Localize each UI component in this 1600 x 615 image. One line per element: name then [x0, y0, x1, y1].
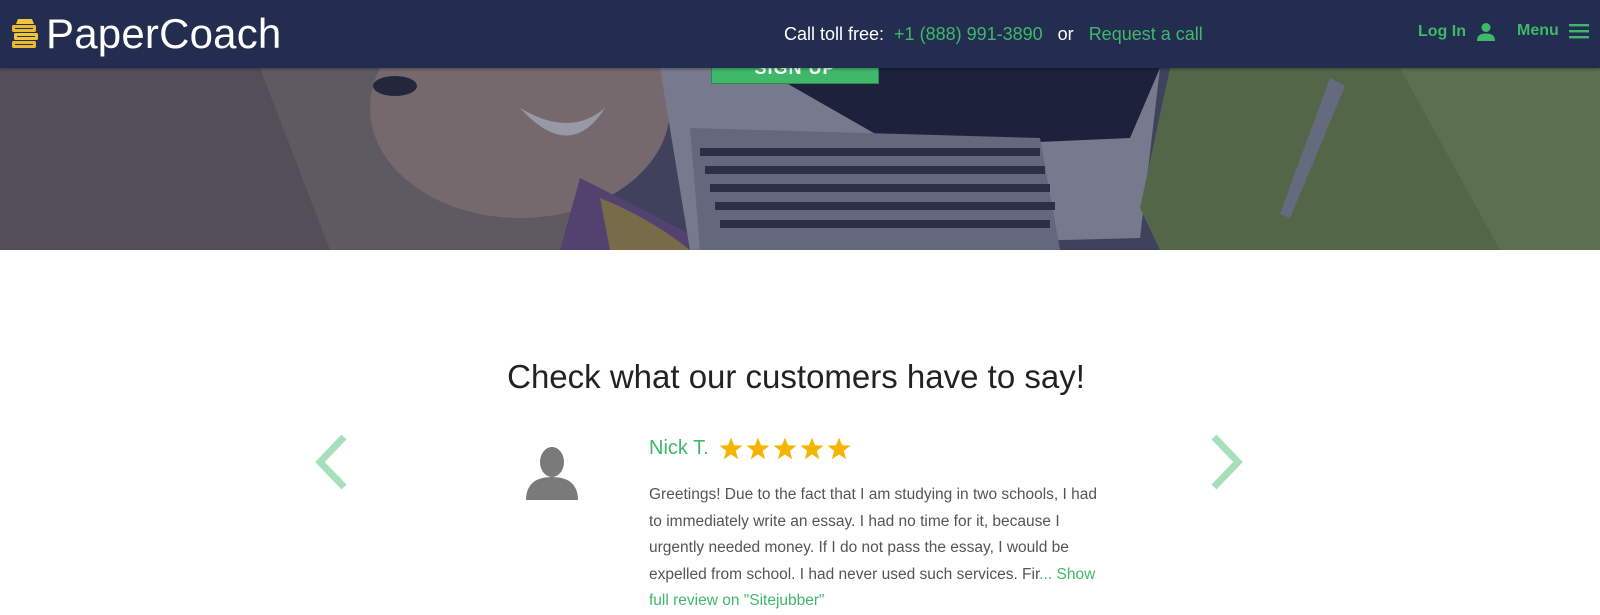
user-silhouette-icon [526, 447, 578, 500]
menu-label: Menu [1517, 22, 1559, 39]
phone-link[interactable]: +1 (888) 991-3890 [894, 24, 1043, 45]
or-text: or [1057, 24, 1074, 44]
review-body: Greetings! Due to the fact that I am stu… [649, 486, 1098, 583]
login-button[interactable]: Log In [1418, 22, 1496, 42]
brand-name: PaperCoach [46, 10, 282, 57]
star-icon [773, 437, 797, 460]
book-stack-icon [12, 19, 38, 48]
review-header: Nick T. [649, 437, 854, 460]
review-text: Greetings! Due to the fact that I am stu… [649, 482, 1101, 615]
star-rating [719, 437, 854, 460]
logo-link[interactable]: PaperCoach [10, 8, 281, 60]
call-info: Call toll free: +1 (888) 991-3890 or Req… [784, 24, 1203, 45]
reviewer-name: Nick T. [649, 437, 709, 459]
site-header: PaperCoach Call toll free: +1 (888) 991-… [0, 0, 1600, 68]
signup-button[interactable]: SIGN UP [711, 68, 879, 84]
reviews-heading: Check what our customers have to say! [507, 358, 1085, 395]
request-call-link[interactable]: Request a call [1089, 24, 1203, 45]
chevron-right-icon[interactable] [1206, 433, 1246, 491]
star-icon [800, 437, 824, 460]
star-icon [746, 437, 770, 460]
hamburger-icon [1568, 24, 1589, 39]
call-label: Call toll free: [784, 24, 885, 44]
star-icon [719, 437, 743, 460]
chevron-left-icon[interactable] [312, 433, 352, 491]
menu-button[interactable]: Menu [1517, 22, 1589, 40]
star-icon [827, 437, 851, 460]
hero-overlay [0, 68, 1600, 250]
hero-banner: SIGN UP [0, 68, 1600, 250]
login-label: Log In [1418, 23, 1466, 40]
user-icon [1476, 23, 1495, 41]
